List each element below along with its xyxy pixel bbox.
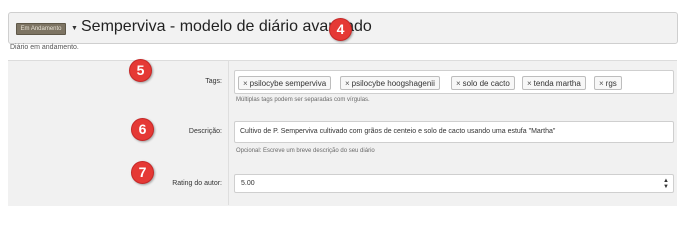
tag-item[interactable]: × solo de cacto <box>451 76 515 90</box>
tag-item[interactable]: × tenda martha <box>522 76 586 90</box>
label-column-divider <box>228 60 229 205</box>
tags-input[interactable]: × psilocybe semperviva × psilocybe hoogsha… <box>234 70 674 94</box>
description-help-text: Opcional: Escreve um breve descrição do … <box>236 148 375 154</box>
remove-tag-icon[interactable]: × <box>243 79 248 88</box>
number-spinner[interactable]: ▲ ▼ <box>663 178 669 190</box>
chevron-down-icon[interactable]: ▼ <box>71 24 78 33</box>
remove-tag-icon[interactable]: × <box>456 79 461 88</box>
description-value: Cultivo de P. Semperviva cultivado com g… <box>240 128 556 135</box>
status-text: Diário em andamento. <box>10 44 79 51</box>
description-input[interactable]: Cultivo de P. Semperviva cultivado com g… <box>234 121 674 143</box>
tag-item[interactable]: × psilocybe semperviva <box>238 76 332 90</box>
rating-label: Rating do autor: <box>172 180 222 187</box>
spinner-down-icon[interactable]: ▼ <box>663 184 669 190</box>
tag-item[interactable]: × psilocybe hoogshagenii <box>340 76 440 90</box>
status-badge[interactable]: Em Andamento <box>16 23 66 35</box>
tags-help-text: Múltiplas tags podem ser separadas com v… <box>236 97 370 103</box>
status-select[interactable]: Em Andamento ▼ <box>16 23 78 35</box>
tags-label: Tags: <box>205 78 222 85</box>
description-label: Descrição: <box>188 128 222 135</box>
remove-tag-icon[interactable]: × <box>599 79 604 88</box>
step-marker-4: 4 <box>329 18 352 41</box>
remove-tag-icon[interactable]: × <box>345 79 350 88</box>
rating-value: 5.00 <box>241 180 255 187</box>
remove-tag-icon[interactable]: × <box>527 79 532 88</box>
rating-input[interactable]: 5.00 ▲ ▼ <box>234 174 674 193</box>
tag-item[interactable]: × rgs <box>594 76 622 90</box>
